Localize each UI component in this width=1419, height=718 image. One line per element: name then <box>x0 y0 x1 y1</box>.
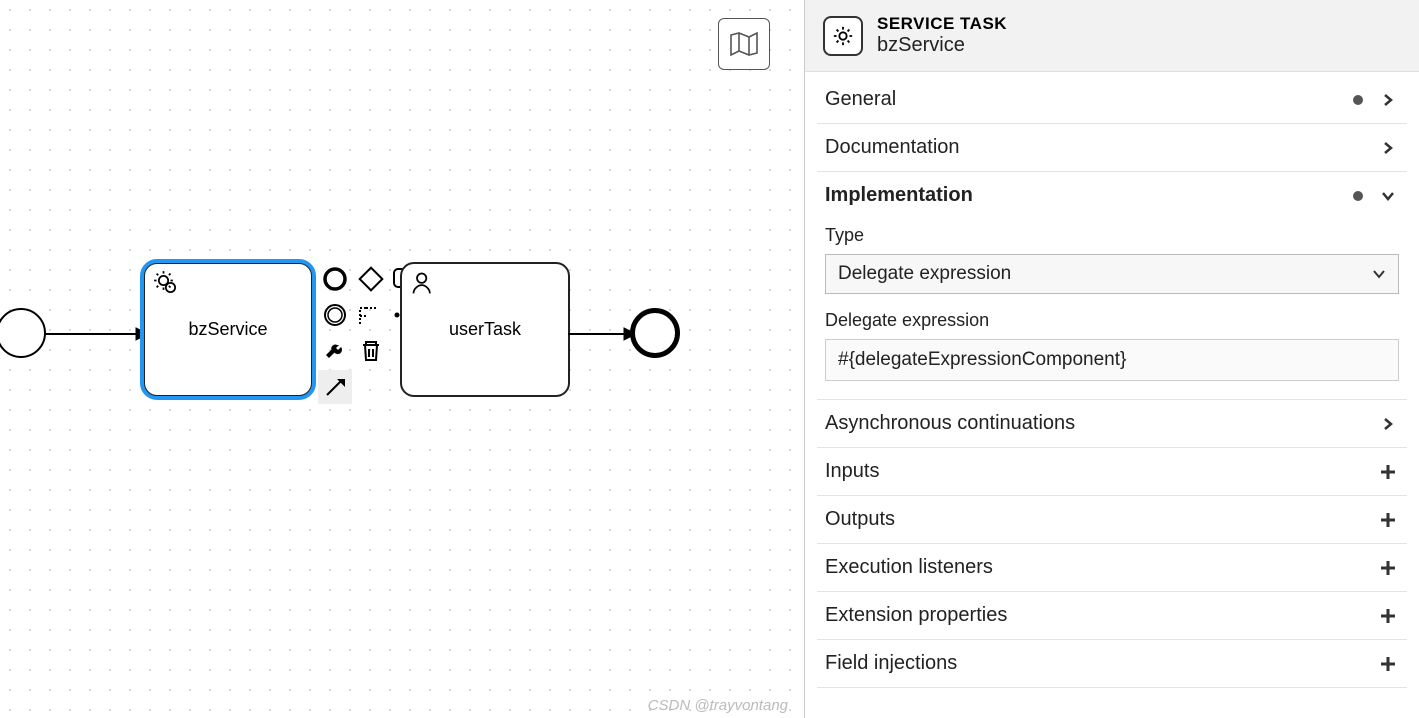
start-event[interactable] <box>0 308 46 358</box>
plus-icon[interactable] <box>1377 461 1399 483</box>
section-title: Outputs <box>825 508 1377 531</box>
select-value: Delegate expression <box>838 263 1372 285</box>
append-intermediate-event-button[interactable] <box>318 298 352 332</box>
chevron-down-icon <box>1377 185 1399 207</box>
section-implementation-header[interactable]: Implementation <box>817 172 1407 219</box>
section-title: Execution listeners <box>825 556 1377 579</box>
section-inputs: Inputs <box>817 448 1407 496</box>
section-async-header[interactable]: Asynchronous continuations <box>817 400 1407 447</box>
delegate-expression-input[interactable]: #{delegateExpressionComponent} <box>825 339 1399 381</box>
section-field-injections-header[interactable]: Field injections <box>817 640 1407 687</box>
sequence-flow-1[interactable] <box>44 326 150 342</box>
input-value: #{delegateExpressionComponent} <box>838 349 1126 370</box>
connect-button[interactable] <box>318 370 352 404</box>
section-title: Asynchronous continuations <box>825 412 1377 435</box>
section-title: Documentation <box>825 136 1377 159</box>
element-name-label: bzService <box>877 34 1007 57</box>
service-task-label: bzService <box>188 319 267 340</box>
implementation-type-select[interactable]: Delegate expression <box>825 254 1399 294</box>
section-title: General <box>825 88 1353 111</box>
modified-dot-icon <box>1353 95 1363 105</box>
section-implementation: Implementation Type Delegate expression … <box>817 172 1407 400</box>
minimap-toggle-button[interactable] <box>718 18 770 70</box>
sequence-flow-2[interactable] <box>568 326 638 342</box>
section-general: General <box>817 76 1407 124</box>
properties-panel: SERVICE TASK bzService General Documenta… <box>804 0 1419 718</box>
section-inputs-header[interactable]: Inputs <box>817 448 1407 495</box>
section-title: Extension properties <box>825 604 1377 627</box>
watermark-text: CSDN @trayvontang <box>648 697 788 714</box>
section-implementation-content: Type Delegate expression Delegate expres… <box>817 225 1407 399</box>
chevron-right-icon <box>1377 89 1399 111</box>
chevron-down-icon <box>1372 267 1386 281</box>
delegate-expression-label: Delegate expression <box>825 310 1399 331</box>
service-task-header-icon <box>823 16 863 56</box>
panel-body[interactable]: General Documentation Implementation <box>805 72 1419 718</box>
section-extension-props-header[interactable]: Extension properties <box>817 592 1407 639</box>
delete-button[interactable] <box>354 334 388 368</box>
section-field-injections: Field injections <box>817 640 1407 688</box>
chevron-right-icon <box>1377 137 1399 159</box>
append-text-annotation-button[interactable] <box>354 298 388 332</box>
plus-icon[interactable] <box>1377 605 1399 627</box>
section-title: Inputs <box>825 460 1377 483</box>
section-documentation: Documentation <box>817 124 1407 172</box>
section-execution-listeners: Execution listeners <box>817 544 1407 592</box>
user-task-label: userTask <box>449 319 521 340</box>
section-extension-properties: Extension properties <box>817 592 1407 640</box>
diagram-canvas[interactable]: bzService userTask <box>0 0 804 718</box>
chevron-right-icon <box>1377 413 1399 435</box>
panel-header-titles: SERVICE TASK bzService <box>877 14 1007 57</box>
map-icon <box>729 31 759 57</box>
user-task-node[interactable]: userTask <box>400 262 570 397</box>
end-event[interactable] <box>630 308 680 358</box>
section-async-continuations: Asynchronous continuations <box>817 400 1407 448</box>
section-exec-listeners-header[interactable]: Execution listeners <box>817 544 1407 591</box>
wrench-button[interactable] <box>318 334 352 368</box>
gear-icon <box>153 270 181 298</box>
gear-icon <box>832 25 854 47</box>
service-task-node[interactable]: bzService <box>143 262 313 397</box>
modified-dot-icon <box>1353 191 1363 201</box>
app-root: bzService userTask <box>0 0 1419 718</box>
plus-icon[interactable] <box>1377 509 1399 531</box>
element-type-label: SERVICE TASK <box>877 14 1007 34</box>
section-general-header[interactable]: General <box>817 76 1407 123</box>
section-documentation-header[interactable]: Documentation <box>817 124 1407 171</box>
type-field-label: Type <box>825 225 1399 246</box>
panel-header: SERVICE TASK bzService <box>805 0 1419 72</box>
section-outputs: Outputs <box>817 496 1407 544</box>
section-title: Implementation <box>825 184 1353 207</box>
append-gateway-button[interactable] <box>354 262 388 296</box>
append-end-event-button[interactable] <box>318 262 352 296</box>
user-icon <box>410 270 438 298</box>
plus-icon[interactable] <box>1377 557 1399 579</box>
section-outputs-header[interactable]: Outputs <box>817 496 1407 543</box>
plus-icon[interactable] <box>1377 653 1399 675</box>
section-title: Field injections <box>825 652 1377 675</box>
